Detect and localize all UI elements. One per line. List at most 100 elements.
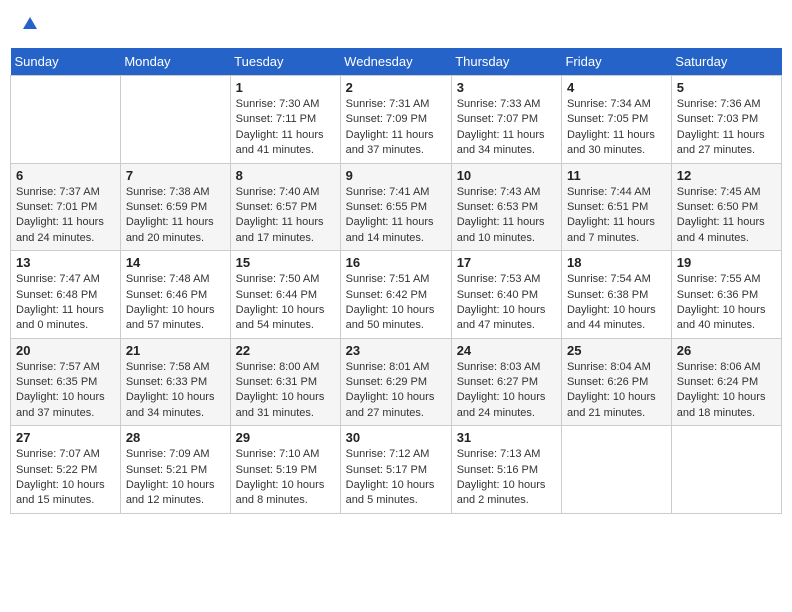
weekday-header-wednesday: Wednesday <box>340 48 451 76</box>
day-number: 11 <box>567 168 666 183</box>
day-number: 16 <box>346 255 446 270</box>
weekday-header-tuesday: Tuesday <box>230 48 340 76</box>
day-info: Sunrise: 7:31 AM Sunset: 7:09 PM Dayligh… <box>346 97 446 159</box>
day-number: 13 <box>16 255 115 270</box>
day-cell: 8 Sunrise: 7:40 AM Sunset: 6:57 PM Daylig… <box>230 163 340 251</box>
day-number: 12 <box>677 168 776 183</box>
day-cell: 10 Sunrise: 7:43 AM Sunset: 6:53 PM Dayli… <box>451 163 561 251</box>
week-row-3: 13 Sunrise: 7:47 AM Sunset: 6:48 PM Dayli… <box>11 251 782 339</box>
day-number: 22 <box>236 343 335 358</box>
day-number: 15 <box>236 255 335 270</box>
day-info: Sunrise: 7:36 AM Sunset: 7:03 PM Dayligh… <box>677 97 776 159</box>
day-number: 24 <box>457 343 556 358</box>
day-info: Sunrise: 7:38 AM Sunset: 6:59 PM Dayligh… <box>126 185 225 247</box>
day-cell: 2Sunrise: 7:31 AM Sunset: 7:09 PM Daylig… <box>340 76 451 164</box>
day-info: Sunrise: 7:43 AM Sunset: 6:53 PM Dayligh… <box>457 185 556 247</box>
weekday-header-monday: Monday <box>120 48 230 76</box>
day-number: 23 <box>346 343 446 358</box>
day-info: Sunrise: 7:45 AM Sunset: 6:50 PM Dayligh… <box>677 185 776 247</box>
day-info: Sunrise: 7:33 AM Sunset: 7:07 PM Dayligh… <box>457 97 556 159</box>
day-info: Sunrise: 7:13 AM Sunset: 5:16 PM Dayligh… <box>457 447 556 509</box>
day-cell <box>120 76 230 164</box>
day-cell: 14 Sunrise: 7:48 AM Sunset: 6:46 PM Dayli… <box>120 251 230 339</box>
day-cell: 6 Sunrise: 7:37 AM Sunset: 7:01 PM Daylig… <box>11 163 121 251</box>
day-cell: 15 Sunrise: 7:50 AM Sunset: 6:44 PM Dayli… <box>230 251 340 339</box>
day-cell: 30 Sunrise: 7:12 AM Sunset: 5:17 PM Dayli… <box>340 426 451 514</box>
day-info: Sunrise: 7:12 AM Sunset: 5:17 PM Dayligh… <box>346 447 446 509</box>
day-number: 7 <box>126 168 225 183</box>
day-cell: 23 Sunrise: 8:01 AM Sunset: 6:29 PM Dayli… <box>340 338 451 426</box>
day-cell: 31 Sunrise: 7:13 AM Sunset: 5:16 PM Dayli… <box>451 426 561 514</box>
day-number: 14 <box>126 255 225 270</box>
day-info: Sunrise: 8:01 AM Sunset: 6:29 PM Dayligh… <box>346 360 446 422</box>
day-number: 4 <box>567 80 666 95</box>
day-number: 27 <box>16 430 115 445</box>
day-number: 5 <box>677 80 776 95</box>
day-number: 8 <box>236 168 335 183</box>
day-info: Sunrise: 7:54 AM Sunset: 6:38 PM Dayligh… <box>567 272 666 334</box>
day-number: 3 <box>457 80 556 95</box>
day-info: Sunrise: 8:04 AM Sunset: 6:26 PM Dayligh… <box>567 360 666 422</box>
day-cell <box>671 426 781 514</box>
day-cell: 19 Sunrise: 7:55 AM Sunset: 6:36 PM Dayli… <box>671 251 781 339</box>
day-info: Sunrise: 7:07 AM Sunset: 5:22 PM Dayligh… <box>16 447 115 509</box>
day-number: 30 <box>346 430 446 445</box>
day-number: 21 <box>126 343 225 358</box>
logo <box>20 15 40 33</box>
day-cell: 21 Sunrise: 7:58 AM Sunset: 6:33 PM Dayli… <box>120 338 230 426</box>
day-info: Sunrise: 7:30 AM Sunset: 7:11 PM Dayligh… <box>236 97 335 159</box>
day-number: 29 <box>236 430 335 445</box>
day-info: Sunrise: 8:00 AM Sunset: 6:31 PM Dayligh… <box>236 360 335 422</box>
day-info: Sunrise: 7:48 AM Sunset: 6:46 PM Dayligh… <box>126 272 225 334</box>
day-number: 18 <box>567 255 666 270</box>
day-cell: 29 Sunrise: 7:10 AM Sunset: 5:19 PM Dayli… <box>230 426 340 514</box>
day-cell: 9Sunrise: 7:41 AM Sunset: 6:55 PM Daylig… <box>340 163 451 251</box>
day-info: Sunrise: 7:51 AM Sunset: 6:42 PM Dayligh… <box>346 272 446 334</box>
day-cell: 20 Sunrise: 7:57 AM Sunset: 6:35 PM Dayli… <box>11 338 121 426</box>
day-cell: 28 Sunrise: 7:09 AM Sunset: 5:21 PM Dayli… <box>120 426 230 514</box>
day-number: 6 <box>16 168 115 183</box>
day-cell: 16 Sunrise: 7:51 AM Sunset: 6:42 PM Dayli… <box>340 251 451 339</box>
day-info: Sunrise: 7:53 AM Sunset: 6:40 PM Dayligh… <box>457 272 556 334</box>
page-header <box>10 10 782 38</box>
day-cell: 7 Sunrise: 7:38 AM Sunset: 6:59 PM Daylig… <box>120 163 230 251</box>
day-info: Sunrise: 7:40 AM Sunset: 6:57 PM Dayligh… <box>236 185 335 247</box>
day-cell: 25 Sunrise: 8:04 AM Sunset: 6:26 PM Dayli… <box>561 338 671 426</box>
day-number: 28 <box>126 430 225 445</box>
day-number: 31 <box>457 430 556 445</box>
day-cell: 17 Sunrise: 7:53 AM Sunset: 6:40 PM Dayli… <box>451 251 561 339</box>
day-info: Sunrise: 7:50 AM Sunset: 6:44 PM Dayligh… <box>236 272 335 334</box>
day-number: 17 <box>457 255 556 270</box>
day-number: 10 <box>457 168 556 183</box>
day-cell: 4Sunrise: 7:34 AM Sunset: 7:05 PM Daylig… <box>561 76 671 164</box>
weekday-header-sunday: Sunday <box>11 48 121 76</box>
day-number: 9 <box>346 168 446 183</box>
day-info: Sunrise: 7:09 AM Sunset: 5:21 PM Dayligh… <box>126 447 225 509</box>
day-cell: 18 Sunrise: 7:54 AM Sunset: 6:38 PM Dayli… <box>561 251 671 339</box>
week-row-5: 27 Sunrise: 7:07 AM Sunset: 5:22 PM Dayli… <box>11 426 782 514</box>
day-info: Sunrise: 7:44 AM Sunset: 6:51 PM Dayligh… <box>567 185 666 247</box>
day-number: 20 <box>16 343 115 358</box>
day-cell: 27 Sunrise: 7:07 AM Sunset: 5:22 PM Dayli… <box>11 426 121 514</box>
day-number: 19 <box>677 255 776 270</box>
day-cell <box>561 426 671 514</box>
day-cell: 5 Sunrise: 7:36 AM Sunset: 7:03 PM Daylig… <box>671 76 781 164</box>
day-cell: 26Sunrise: 8:06 AM Sunset: 6:24 PM Dayli… <box>671 338 781 426</box>
day-number: 25 <box>567 343 666 358</box>
logo-icon <box>21 15 39 33</box>
day-info: Sunrise: 7:47 AM Sunset: 6:48 PM Dayligh… <box>16 272 115 334</box>
day-info: Sunrise: 7:58 AM Sunset: 6:33 PM Dayligh… <box>126 360 225 422</box>
day-info: Sunrise: 7:10 AM Sunset: 5:19 PM Dayligh… <box>236 447 335 509</box>
day-info: Sunrise: 7:37 AM Sunset: 7:01 PM Dayligh… <box>16 185 115 247</box>
day-cell: 11 Sunrise: 7:44 AM Sunset: 6:51 PM Dayli… <box>561 163 671 251</box>
day-info: Sunrise: 7:57 AM Sunset: 6:35 PM Dayligh… <box>16 360 115 422</box>
day-cell <box>11 76 121 164</box>
day-cell: 1Sunrise: 7:30 AM Sunset: 7:11 PM Daylig… <box>230 76 340 164</box>
day-cell: 12 Sunrise: 7:45 AM Sunset: 6:50 PM Dayli… <box>671 163 781 251</box>
calendar-table: SundayMondayTuesdayWednesdayThursdayFrid… <box>10 48 782 514</box>
weekday-header-friday: Friday <box>561 48 671 76</box>
day-cell: 13 Sunrise: 7:47 AM Sunset: 6:48 PM Dayli… <box>11 251 121 339</box>
weekday-header-thursday: Thursday <box>451 48 561 76</box>
day-info: Sunrise: 7:55 AM Sunset: 6:36 PM Dayligh… <box>677 272 776 334</box>
day-info: Sunrise: 8:06 AM Sunset: 6:24 PM Dayligh… <box>677 360 776 422</box>
